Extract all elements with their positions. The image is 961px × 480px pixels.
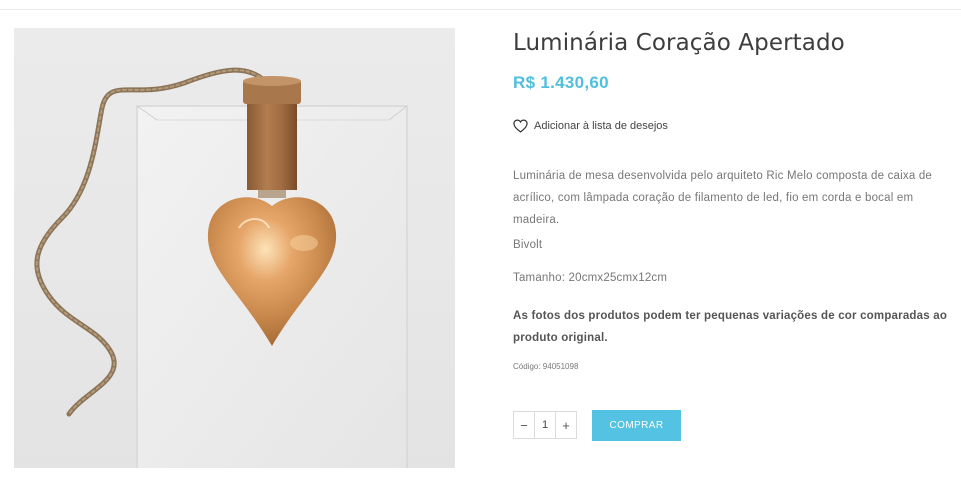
product-description: Luminária de mesa desenvolvida pelo arqu…: [513, 170, 933, 226]
heart-outline-icon: [513, 119, 528, 133]
color-variation-notice: As fotos dos produtos podem ter pequenas…: [513, 310, 948, 344]
quantity-stepper: − 1 +: [513, 411, 577, 439]
quantity-input[interactable]: 1: [535, 412, 555, 438]
quantity-decrease-button[interactable]: −: [514, 412, 535, 438]
product-voltage: Bivolt: [513, 239, 543, 251]
header-divider: [0, 9, 961, 10]
product-sku: Código: 94051098: [513, 362, 579, 371]
quantity-increase-button[interactable]: +: [555, 412, 576, 438]
lamp-photo-illustration: [34, 67, 408, 468]
add-to-wishlist-link[interactable]: Adicionar à lista de desejos: [513, 119, 668, 133]
product-title: Luminária Coração Apertado: [513, 30, 845, 56]
product-image[interactable]: [14, 28, 455, 468]
wishlist-label: Adicionar à lista de desejos: [534, 120, 668, 132]
product-price: R$ 1.430,60: [513, 73, 609, 92]
product-size: Tamanho: 20cmx25cmx12cm: [513, 272, 668, 284]
buy-button[interactable]: COMPRAR: [592, 410, 681, 441]
